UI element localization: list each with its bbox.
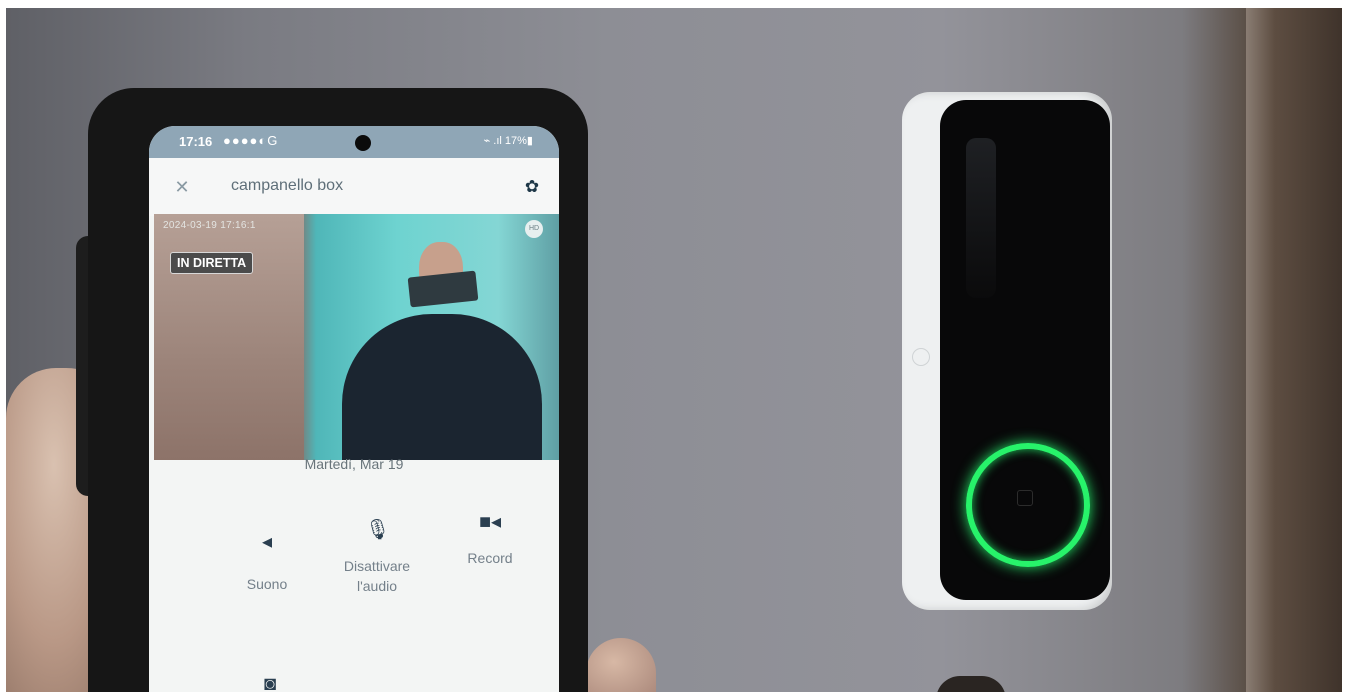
- doorbell-button: [1017, 490, 1033, 506]
- battery-status: ⌁ .ıl 17%▮: [483, 135, 533, 147]
- object-bottom: [936, 676, 1006, 692]
- doorbell-lens-reflection: [966, 138, 996, 298]
- front-camera: [355, 135, 371, 151]
- mute-label-line1: Disattivare: [343, 558, 411, 574]
- page-title: campanello box: [231, 177, 344, 194]
- app-bar: ✕ campanello box ✿: [149, 158, 559, 216]
- speaker-muted-icon: ◂: [261, 531, 273, 553]
- feed-held-phone: [407, 270, 479, 308]
- mute-audio-button[interactable]: 🎙 Disattivare l'audio: [327, 518, 427, 596]
- feed-timestamp: 2024-03-19 17:16:1: [163, 220, 256, 231]
- camera-icon: ◙: [263, 673, 277, 692]
- photo-scene: 17:16 ●●●●◐G ⌁ .ıl 17%▮ ✕ campanello box…: [6, 8, 1342, 692]
- thumb: [586, 638, 656, 692]
- video-camera-icon: ■◂: [478, 511, 502, 533]
- door-frame: [1246, 8, 1342, 692]
- hd-icon[interactable]: HD: [525, 220, 543, 238]
- phone-screen: 17:16 ●●●●◐G ⌁ .ıl 17%▮ ✕ campanello box…: [149, 126, 559, 692]
- gear-icon[interactable]: ✿: [523, 178, 541, 196]
- close-icon[interactable]: ✕: [171, 176, 193, 198]
- doorbell-logo: [912, 348, 930, 366]
- snapshot-button[interactable]: ◙: [245, 672, 295, 692]
- record-label: Record: [467, 550, 513, 566]
- status-bar: 17:16 ●●●●◐G ⌁ .ıl 17%▮: [149, 126, 559, 158]
- live-badge: IN DIRETTA: [170, 252, 254, 274]
- sound-label: Suono: [246, 576, 288, 592]
- sound-button[interactable]: ◂ Suono: [227, 530, 307, 594]
- record-button[interactable]: ■◂ Record: [452, 510, 528, 568]
- feed-wall: [154, 214, 304, 460]
- date-label: Martedì, Mar 19: [304, 456, 404, 472]
- notification-icons: ●●●●◐G: [223, 133, 279, 148]
- mute-label-line2: l'audio: [356, 578, 398, 594]
- feed-person: [342, 314, 542, 460]
- status-time: 17:16: [179, 134, 213, 149]
- live-video-feed[interactable]: 2024-03-19 17:16:1 IN DIRETTA HD: [154, 214, 559, 460]
- microphone-off-icon: 🎙: [365, 519, 391, 541]
